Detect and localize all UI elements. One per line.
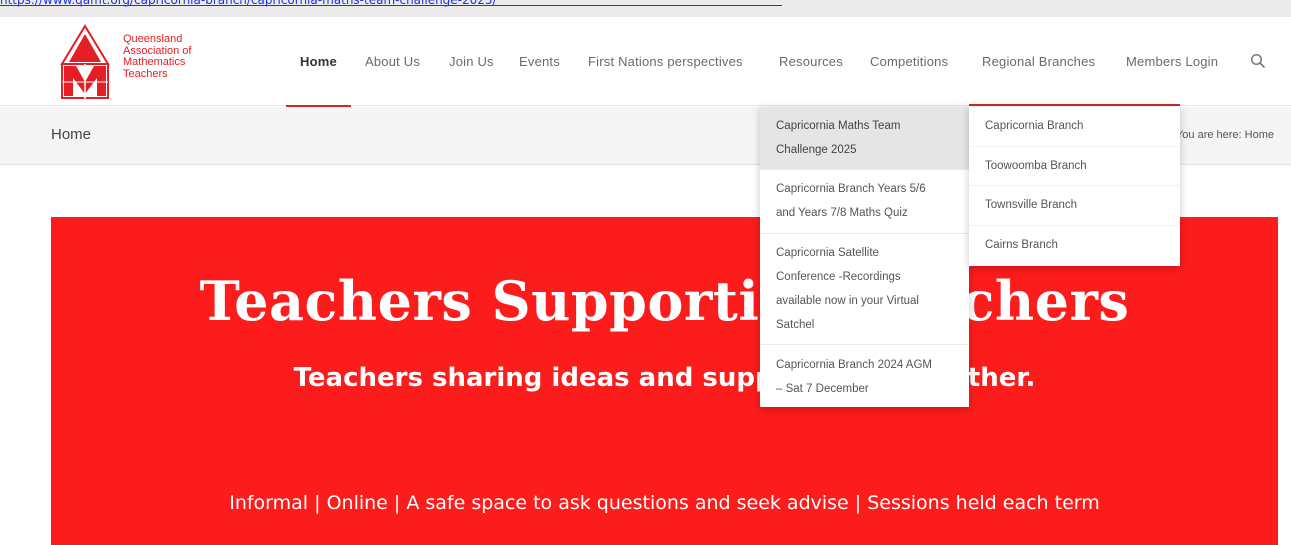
hero-info: Informal | Online | A safe space to ask …	[229, 492, 1100, 514]
submenu-item-capricornia-branch[interactable]: Capricornia Branch	[969, 107, 1180, 147]
nav-resources[interactable]: Resources	[779, 17, 843, 106]
submenu-item-toowoomba-branch[interactable]: Toowoomba Branch	[969, 147, 1180, 186]
breadcrumb: You are here: Home	[1175, 129, 1274, 141]
nav-first-nations[interactable]: First Nations perspectives	[588, 17, 743, 106]
site-logo[interactable]: Queensland Association of Mathematics Te…	[59, 24, 219, 102]
regional-branches-submenu: Capricornia Branch Toowoomba Branch Town…	[969, 107, 1180, 266]
submenu-item-maths-quiz[interactable]: Capricornia Branch Years 5/6 and Years 7…	[760, 170, 969, 234]
hero-subtitle: Teachers sharing ideas and supporting ea…	[293, 363, 1036, 393]
capricornia-submenu: Capricornia Maths Team Challenge 2025 Ca…	[760, 107, 969, 407]
hero-banner: Teachers Supporting Teachers Teachers sh…	[51, 217, 1278, 545]
nav-about-us[interactable]: About Us	[365, 17, 420, 106]
submenu-item-cairns-branch[interactable]: Cairns Branch	[969, 226, 1180, 266]
browser-top-bar: https://www.qamt.org/capricornia-branch/…	[0, 0, 1291, 17]
nav-regional-branches[interactable]: Regional Branches	[982, 17, 1095, 106]
submenu-item-townsville-branch[interactable]: Townsville Branch	[969, 186, 1180, 226]
search-icon[interactable]	[1250, 53, 1266, 69]
logo-text: Queensland Association of Mathematics Te…	[123, 33, 192, 80]
qamt-logo-icon	[60, 24, 110, 100]
page: https://www.qamt.org/capricornia-branch/…	[0, 0, 1291, 545]
submenu-item-branch-agm[interactable]: Capricornia Branch 2024 AGM – Sat 7 Dece…	[760, 345, 969, 409]
nav-competitions[interactable]: Competitions	[870, 17, 948, 106]
page-title: Home	[51, 126, 92, 143]
regional-branches-hover-indicator	[969, 104, 1180, 106]
submenu-item-satellite-conference[interactable]: Capricornia Satellite Conference -Record…	[760, 234, 969, 345]
nav-events[interactable]: Events	[519, 17, 560, 106]
nav-members-login[interactable]: Members Login	[1126, 17, 1218, 106]
page-url-link[interactable]: https://www.qamt.org/capricornia-branch/…	[0, 0, 782, 8]
nav-join-us[interactable]: Join Us	[449, 17, 494, 106]
submenu-item-maths-team-challenge[interactable]: Capricornia Maths Team Challenge 2025	[760, 107, 969, 170]
hero-title: Teachers Supporting Teachers	[199, 269, 1130, 333]
nav-home[interactable]: Home	[286, 17, 351, 107]
site-header: Queensland Association of Mathematics Te…	[0, 17, 1291, 107]
